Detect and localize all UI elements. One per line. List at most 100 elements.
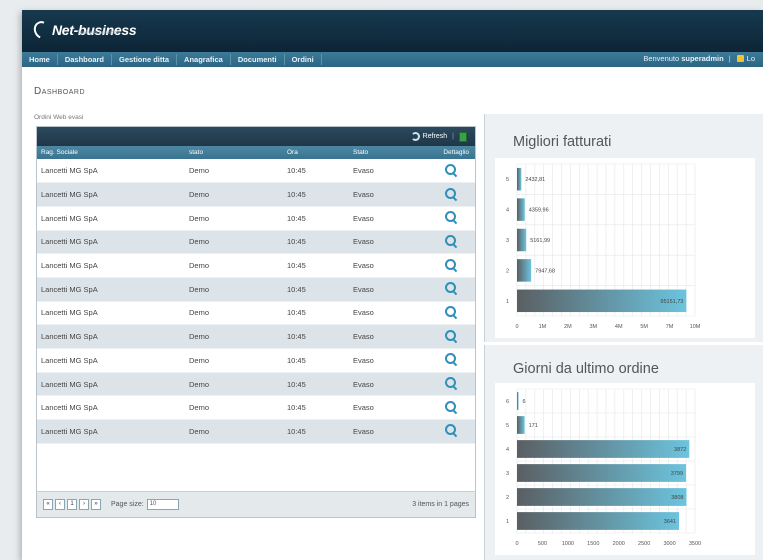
pager-prev-button[interactable]: ‹ xyxy=(55,499,65,510)
user-area: Benvenuto superadmin | Lo xyxy=(643,54,755,63)
pager-next-button[interactable]: › xyxy=(79,499,89,510)
magnifier-icon[interactable] xyxy=(445,353,457,365)
cell-ora: 10:45 xyxy=(283,372,349,397)
tick-label: 3M xyxy=(589,324,597,330)
cell-dettaglio xyxy=(427,230,475,255)
category-label: 3 xyxy=(506,471,509,477)
col-stato[interactable]: Stato xyxy=(349,146,427,159)
nav-gestione-ditta[interactable]: Gestione ditta xyxy=(112,54,178,65)
magnifier-icon[interactable] xyxy=(445,211,457,223)
tick-label: 1M xyxy=(539,324,547,330)
table-row[interactable]: Lancetti MG SpA Demo 10:45 Evaso xyxy=(37,253,475,278)
cell-dettaglio xyxy=(427,301,475,326)
table-row[interactable]: Lancetti MG SpA Demo 10:45 Evaso xyxy=(37,348,475,373)
cell-rag-sociale: Lancetti MG SpA xyxy=(37,182,185,207)
pager-page-1[interactable]: 1 xyxy=(67,499,77,510)
toolbar-separator: | xyxy=(452,133,454,140)
data-label: 4359,96 xyxy=(529,208,549,214)
excel-icon[interactable] xyxy=(459,131,467,142)
magnifier-icon[interactable] xyxy=(445,329,457,342)
magnifier-icon[interactable] xyxy=(445,377,457,389)
chart1-area: 5 2432,81 4 4359,96 3 5161,99 2 7947,68 1 95151,7… xyxy=(495,158,755,338)
chart-bar xyxy=(517,228,527,252)
cell-stato: Evaso xyxy=(349,419,427,444)
tick-label: 4M xyxy=(615,324,623,330)
col-stato-1[interactable]: stato xyxy=(185,146,283,159)
category-label: 1 xyxy=(506,299,509,305)
cell-dettaglio xyxy=(427,348,475,373)
table-row[interactable]: Lancetti MG SpA Demo 10:45 Evaso xyxy=(37,324,475,349)
tick-label: 1000 xyxy=(562,541,574,547)
cell-ora: 10:45 xyxy=(283,230,349,255)
logout-link[interactable]: Lo xyxy=(747,54,755,63)
table-row[interactable]: Lancetti MG SpA Demo 10:45 Evaso xyxy=(37,159,475,184)
chart-panel-giorni: Giorni da ultimo ordine 6 6 5 171 4 3872 3 3799… xyxy=(484,345,763,560)
magnifier-icon[interactable] xyxy=(445,424,457,436)
page-size-select[interactable]: 10 xyxy=(146,499,179,510)
table-row[interactable]: Lancetti MG SpA Demo 10:45 Evaso xyxy=(37,277,475,302)
col-dettaglio: Dettaglio xyxy=(427,146,475,159)
nav-anagrafica[interactable]: Anagrafica xyxy=(177,54,231,65)
cell-stato-1: Demo xyxy=(185,253,283,278)
pager-info: 3 items in 1 pages xyxy=(412,501,469,508)
magnifier-icon[interactable] xyxy=(445,282,457,294)
cell-rag-sociale: Lancetti MG SpA xyxy=(37,324,185,349)
col-rag-sociale[interactable]: Rag. Sociale xyxy=(37,146,185,159)
data-label: 3799 xyxy=(671,471,683,477)
magnifier-icon[interactable] xyxy=(445,163,457,176)
tick-label: 7M xyxy=(666,324,674,330)
refresh-icon[interactable] xyxy=(410,132,420,141)
cell-dettaglio xyxy=(427,253,475,278)
tick-label: 500 xyxy=(538,541,547,547)
cell-rag-sociale: Lancetti MG SpA xyxy=(37,395,185,421)
username: superadmin xyxy=(681,54,724,63)
table-row[interactable]: Lancetti MG SpA Demo 10:45 Evaso xyxy=(37,372,475,397)
cell-ora: 10:45 xyxy=(283,159,349,184)
cell-stato-1: Demo xyxy=(185,372,283,397)
col-ora[interactable]: Ora xyxy=(283,146,349,159)
magnifier-icon[interactable] xyxy=(445,400,457,413)
chart1-title: Migliori fatturati xyxy=(513,134,612,150)
data-label: 6 xyxy=(523,399,526,405)
table-body: Lancetti MG SpA Demo 10:45 Evaso Lancetti MG… xyxy=(37,159,475,444)
data-label: 95151,73 xyxy=(660,299,683,305)
magnifier-icon[interactable] xyxy=(445,234,457,247)
cell-dettaglio xyxy=(427,372,475,397)
table-row[interactable]: Lancetti MG SpA Demo 10:45 Evaso xyxy=(37,230,475,255)
cell-stato: Evaso xyxy=(349,301,427,326)
table-row[interactable]: Lancetti MG SpA Demo 10:45 Evaso xyxy=(37,301,475,326)
cell-stato: Evaso xyxy=(349,253,427,278)
table-row[interactable]: Lancetti MG SpA Demo 10:45 Evaso xyxy=(37,395,475,421)
header: Net-business business solutions xyxy=(22,10,763,52)
category-label: 2 xyxy=(506,495,509,501)
magnifier-icon[interactable] xyxy=(445,187,457,200)
lock-icon xyxy=(736,55,744,62)
pager-first-button[interactable]: « xyxy=(43,499,53,510)
cell-stato-1: Demo xyxy=(185,182,283,207)
refresh-button[interactable]: Refresh xyxy=(423,133,448,140)
nav-ordini[interactable]: Ordini xyxy=(285,54,322,65)
magnifier-icon[interactable] xyxy=(445,258,457,271)
nav-documenti[interactable]: Documenti xyxy=(231,54,285,65)
table-row[interactable]: Lancetti MG SpA Demo 10:45 Evaso xyxy=(37,182,475,207)
cell-dettaglio xyxy=(427,182,475,207)
page-size-label: Page size: xyxy=(111,501,144,508)
page-title: Dashboard xyxy=(34,86,86,97)
cell-ora: 10:45 xyxy=(283,324,349,349)
nav-dashboard[interactable]: Dashboard xyxy=(58,54,113,65)
pager-last-button[interactable]: » xyxy=(91,499,101,510)
nav-separator: | xyxy=(728,54,731,63)
table-row[interactable]: Lancetti MG SpA Demo 10:45 Evaso xyxy=(37,419,475,444)
cell-stato-1: Demo xyxy=(185,277,283,302)
cell-rag-sociale: Lancetti MG SpA xyxy=(37,348,185,373)
cell-stato: Evaso xyxy=(349,182,427,207)
data-label: 5161,99 xyxy=(530,238,550,244)
tick-label: 2000 xyxy=(613,541,625,547)
cell-ora: 10:45 xyxy=(283,301,349,326)
cell-dettaglio xyxy=(427,419,475,444)
nav-home[interactable]: Home xyxy=(22,54,58,65)
magnifier-icon[interactable] xyxy=(445,305,457,318)
table-row[interactable]: Lancetti MG SpA Demo 10:45 Evaso xyxy=(37,206,475,231)
orders-table: Rag. Sociale stato Ora Stato Dettaglio L… xyxy=(37,146,475,444)
cell-stato-1: Demo xyxy=(185,419,283,444)
